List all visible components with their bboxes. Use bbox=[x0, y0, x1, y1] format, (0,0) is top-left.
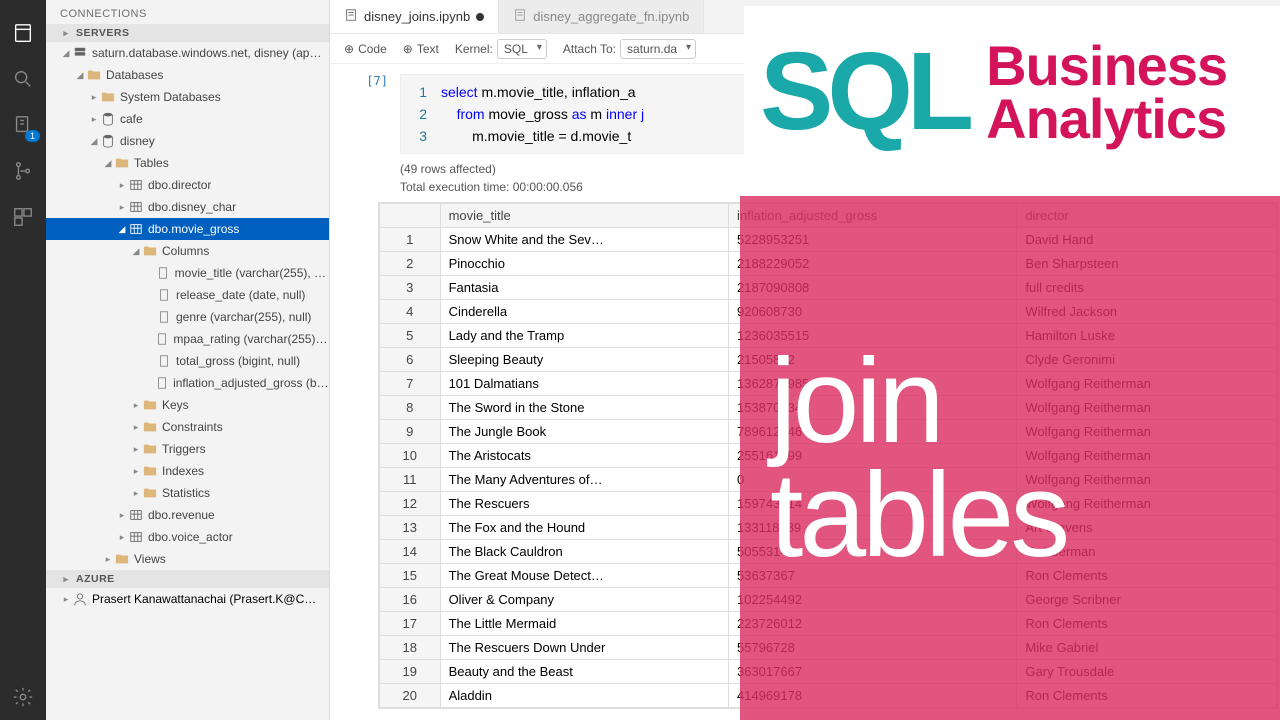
add-code-button[interactable]: ⊕Code bbox=[344, 42, 387, 56]
col-genre[interactable]: genre (varchar(255), null) bbox=[46, 306, 329, 328]
table-voice-actor[interactable]: ▸dbo.voice_actor bbox=[46, 526, 329, 548]
table-icon bbox=[128, 221, 144, 237]
table-director[interactable]: ▸dbo.director bbox=[46, 174, 329, 196]
tab-inactive[interactable]: disney_aggregate_fn.ipynb bbox=[499, 0, 704, 33]
settings-icon[interactable] bbox=[0, 674, 46, 720]
activity-bar: 1 bbox=[0, 0, 46, 720]
connections-sidebar: CONNECTIONS ▸SERVERS ◢saturn.database.wi… bbox=[46, 0, 330, 720]
folder-icon bbox=[142, 441, 158, 457]
tab-active[interactable]: disney_joins.ipynb bbox=[330, 0, 499, 33]
folder-icon bbox=[142, 243, 158, 259]
row-header bbox=[380, 204, 441, 228]
overlay-subtitle: jointables bbox=[740, 196, 1280, 720]
plus-icon: ⊕ bbox=[403, 42, 413, 56]
column-icon bbox=[155, 331, 170, 347]
folder-icon bbox=[114, 551, 130, 567]
table-disney-char[interactable]: ▸dbo.disney_char bbox=[46, 196, 329, 218]
account-icon bbox=[72, 591, 88, 607]
servers-section[interactable]: ▸SERVERS bbox=[46, 24, 329, 42]
indexes-folder[interactable]: ▸Indexes bbox=[46, 460, 329, 482]
attach-selector: Attach To: saturn.da bbox=[563, 39, 696, 59]
azure-section[interactable]: ▸AZURE bbox=[46, 570, 329, 588]
search-icon[interactable] bbox=[0, 56, 46, 102]
constraints-folder[interactable]: ▸Constraints bbox=[46, 416, 329, 438]
add-text-button[interactable]: ⊕Text bbox=[403, 42, 439, 56]
table-icon bbox=[128, 199, 144, 215]
keys-folder[interactable]: ▸Keys bbox=[46, 394, 329, 416]
col-movie-title[interactable]: movie_title (varchar(255), null) bbox=[46, 262, 329, 284]
database-icon bbox=[100, 133, 116, 149]
overlay-ba: BusinessAnalytics bbox=[986, 39, 1227, 145]
col-release-date[interactable]: release_date (date, null) bbox=[46, 284, 329, 306]
sysdb-folder[interactable]: ▸System Databases bbox=[46, 86, 329, 108]
table-icon bbox=[128, 507, 144, 523]
table-icon bbox=[128, 177, 144, 193]
columns-folder[interactable]: ◢Columns bbox=[46, 240, 329, 262]
db-cafe[interactable]: ▸cafe bbox=[46, 108, 329, 130]
col-movie-title[interactable]: movie_title bbox=[440, 204, 728, 228]
explorer-icon[interactable] bbox=[0, 10, 46, 56]
kernel-dropdown[interactable]: SQL bbox=[497, 39, 547, 59]
table-movie-gross[interactable]: ◢dbo.movie_gross bbox=[46, 218, 329, 240]
attach-dropdown[interactable]: saturn.da bbox=[620, 39, 696, 59]
folder-icon bbox=[86, 67, 102, 83]
overlay-sql: SQL bbox=[760, 45, 968, 139]
sidebar-title: CONNECTIONS bbox=[46, 0, 329, 24]
column-icon bbox=[155, 375, 169, 391]
azure-account[interactable]: ▸Prasert Kanawattanachai (Prasert.K@C… bbox=[46, 588, 329, 610]
folder-icon bbox=[142, 485, 158, 501]
column-icon bbox=[156, 287, 172, 303]
col-total-gross[interactable]: total_gross (bigint, null) bbox=[46, 350, 329, 372]
folder-icon bbox=[100, 89, 116, 105]
triggers-folder[interactable]: ▸Triggers bbox=[46, 438, 329, 460]
notebook-file-icon bbox=[513, 8, 527, 25]
db-disney[interactable]: ◢disney bbox=[46, 130, 329, 152]
server-node[interactable]: ◢saturn.database.windows.net, disney (ap… bbox=[46, 42, 329, 64]
kernel-selector: Kernel: SQL bbox=[455, 39, 547, 59]
plus-icon: ⊕ bbox=[344, 42, 354, 56]
dirty-indicator bbox=[476, 13, 484, 21]
notebook-icon[interactable]: 1 bbox=[0, 102, 46, 148]
server-icon bbox=[72, 45, 88, 61]
notebook-file-icon bbox=[344, 8, 358, 25]
cell-prompt: [7] bbox=[330, 74, 400, 154]
folder-icon bbox=[142, 463, 158, 479]
col-infl-gross[interactable]: inflation_adjusted_gross (bigin… bbox=[46, 372, 329, 394]
column-icon bbox=[156, 309, 172, 325]
server-tree: ◢saturn.database.windows.net, disney (ap… bbox=[46, 42, 329, 570]
folder-icon bbox=[142, 397, 158, 413]
badge: 1 bbox=[25, 130, 40, 142]
databases-folder[interactable]: ◢Databases bbox=[46, 64, 329, 86]
tables-folder[interactable]: ◢Tables bbox=[46, 152, 329, 174]
col-mpaa[interactable]: mpaa_rating (varchar(255), null) bbox=[46, 328, 329, 350]
folder-icon bbox=[114, 155, 130, 171]
overlay-title: SQL BusinessAnalytics bbox=[744, 6, 1280, 178]
column-icon bbox=[155, 265, 170, 281]
database-icon bbox=[100, 111, 116, 127]
statistics-folder[interactable]: ▸Statistics bbox=[46, 482, 329, 504]
table-revenue[interactable]: ▸dbo.revenue bbox=[46, 504, 329, 526]
views-folder[interactable]: ▸Views bbox=[46, 548, 329, 570]
extensions-icon[interactable] bbox=[0, 194, 46, 240]
table-icon bbox=[128, 529, 144, 545]
column-icon bbox=[156, 353, 172, 369]
folder-icon bbox=[142, 419, 158, 435]
source-control-icon[interactable] bbox=[0, 148, 46, 194]
